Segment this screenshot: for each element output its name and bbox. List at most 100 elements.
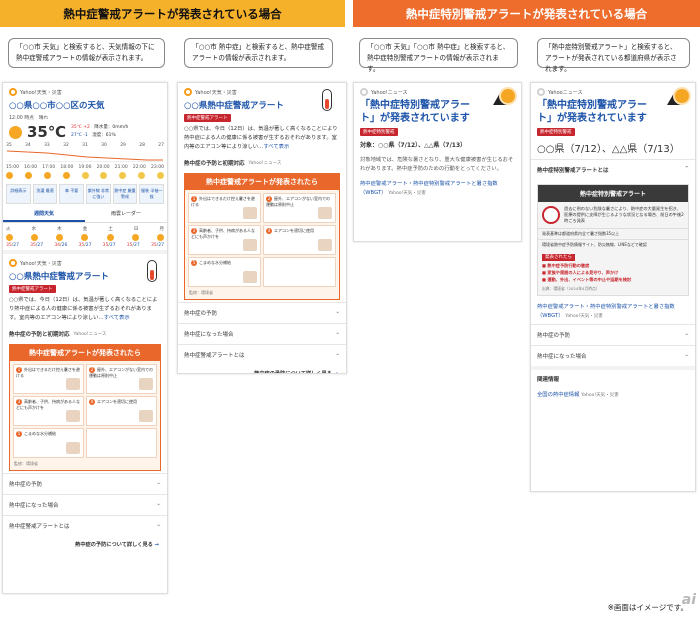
item-illustration — [318, 239, 332, 251]
weather-title[interactable]: ○○県○○市○○区の天気 — [3, 96, 167, 114]
hour-label: 15:00 — [6, 165, 19, 170]
issued-action: ■ 熱中症予防行動の徹底 — [542, 262, 684, 269]
item-text: こまめな水分補給 — [199, 260, 231, 265]
chevron-down-icon: ⌄ — [335, 330, 340, 336]
heatstroke-search-result-card: Yahoo!天気・災害 ○○県熱中症警戒アラート 熱中症警戒アラート ○○県では… — [177, 82, 347, 374]
yahoo-news-logo-icon — [360, 88, 368, 96]
hour-label: 16:00 — [24, 165, 38, 170]
tab-rain-radar[interactable]: 雨雲レーダー — [85, 207, 167, 222]
more-prevention-link[interactable]: 熱中症の予防について詳しく見る → — [178, 365, 346, 374]
accordion-if-heatstroke[interactable]: 熱中症になった場合 ⌄ — [531, 345, 695, 366]
related-link[interactable]: 全国の熱中症情報 Yahoo!天気・災害 — [531, 388, 695, 403]
footer-note: ※画面はイメージです。 — [607, 603, 688, 612]
issued-action: ■ 運動、外出、イベント等の中止や延期を検討 — [542, 276, 684, 283]
weekly-temp: 35/27 — [151, 243, 164, 248]
wbgt-link[interactable]: 熱中症警戒アラート・熱中症特別警戒アラートと暑さ指数（WBGT） Yahoo!天… — [531, 300, 695, 324]
moon-icon — [119, 172, 127, 179]
wbgt-link[interactable]: 熱中症警戒アラート・熱中症特別警戒アラートと暑さ指数（WBGT） Yahoo!天… — [354, 177, 521, 201]
weather-index-button[interactable]: 熱中症 厳重警戒 — [112, 184, 138, 204]
current-weather: 35℃ 35℃ +2 降水量：0mm/h 27℃ -1 湿度：61% — [3, 121, 167, 143]
sun-icon — [675, 89, 689, 103]
yahoo-news-logo-icon — [537, 88, 545, 96]
infographic-bullet-1: 発表基準は都道府県内全て暑さ指数35以上 — [538, 228, 688, 239]
item-illustration — [243, 239, 257, 251]
show-all-link[interactable]: すべて表示 — [104, 315, 130, 321]
issued-action-text: 運動、外出、イベント等の中止や延期を検討 — [547, 277, 632, 282]
accordion-if-heatstroke[interactable]: 熱中症になった場合 ⌄ — [178, 323, 346, 344]
chevron-down-icon: ⌄ — [156, 480, 161, 486]
sun-icon — [6, 172, 13, 179]
accordion-prevention[interactable]: 熱中症の予防 ⌄ — [178, 302, 346, 323]
hourly-icons — [3, 170, 167, 181]
special-alert-title[interactable]: 「熱中症特別警戒アラート」が発表されています — [354, 96, 479, 128]
hour-label: 22:00 — [132, 165, 146, 170]
infographic-item: 5 こまめな水分補給 — [13, 428, 84, 458]
accordion-alert-about[interactable]: 熱中症警戒アラートとは ⌄ — [3, 515, 167, 536]
show-all-link[interactable]: すべて表示 — [263, 144, 289, 150]
infographic-credit: 監修：環境省 — [14, 461, 38, 466]
sun-icon — [106, 234, 114, 241]
item-illustration — [139, 410, 153, 422]
infographic-item: 1 外出はできるだけ控え暑さを避ける — [13, 364, 84, 394]
item-text: 高齢者、子供、持病がある人などにも声かけを — [16, 399, 80, 410]
infographic-item: 4 エアコンを適切に使用 — [263, 225, 336, 255]
infographic-item: 2 屋外、エアコンがない室内での運動は原則中止 — [263, 193, 336, 223]
infographic-credit: 監修：環境省 — [189, 290, 213, 295]
item-text: 外出はできるだけ控え暑さを避ける — [191, 196, 255, 207]
weekly-low: 27 — [13, 243, 19, 248]
chevron-down-icon: ⌄ — [684, 331, 689, 337]
alert-body: ○○県では、今日（12日）は、気温が著しく高くなることにより熱中症による人の健康… — [184, 126, 338, 150]
accordion-prevention[interactable]: 熱中症の予防 ⌄ — [531, 324, 695, 345]
accordion-prevention[interactable]: 熱中症の予防 ⌄ — [3, 473, 167, 494]
special-alert-prefectures: ○○県（7/12）、△△県（7/13） — [537, 144, 680, 155]
hourly-times: 15:00 16:00 17:00 18:00 19:00 20:00 21:00 22:00… — [3, 162, 167, 170]
weather-index-button[interactable]: 傘 不要 — [59, 184, 85, 204]
weather-search-result-card: Yahoo!天気・災害 ○○県○○市○○区の天気 12:00 時点 晴れ 35℃… — [2, 82, 168, 594]
chevron-down-icon: ⌄ — [335, 309, 340, 315]
moon-icon — [100, 172, 108, 179]
chevron-down-icon: ⌄ — [156, 501, 161, 507]
issued-label: 発表されたら — [542, 254, 575, 261]
weekly-low: 27 — [85, 243, 92, 248]
weekly-temp: 35/27 — [78, 243, 91, 248]
weekly-low: 27 — [158, 243, 164, 248]
weekday-label: 月 — [159, 227, 164, 232]
chevron-down-icon: ⌄ — [156, 522, 161, 528]
sun-icon — [31, 234, 39, 241]
infographic-item: 4 エアコンを適切に使用 — [86, 396, 157, 426]
arrow-right-icon: → — [333, 371, 338, 374]
weekday-label: 土 — [108, 227, 113, 232]
right-section-header: 熱中症特別警戒アラートが発表されている場合 — [353, 0, 700, 27]
left-section-header: 熱中症警戒アラートが発表されている場合 — [0, 0, 345, 27]
item-text: 外出はできるだけ控え暑さを避ける — [16, 367, 80, 378]
tab-weekly[interactable]: 週間天気 — [3, 207, 85, 222]
hour-label: 19:00 — [78, 165, 92, 170]
arrow-right-icon: → — [154, 542, 159, 548]
weather-index-button[interactable]: 紫外線 非常に強い — [86, 184, 111, 204]
special-alert-search-card: Yahooニュース 「熱中症特別警戒アラート」が発表されています 熱中症特別警戒… — [530, 82, 696, 492]
weekly-days: 火水木金土日月 — [3, 223, 167, 232]
weather-index-button[interactable]: 詳細表示 — [6, 184, 31, 204]
accordion-special-alert-about[interactable]: 熱中症特別警戒アラートとは ⌃ — [531, 159, 695, 180]
more-prevention-link[interactable]: 熱中症の予防について詳しく見る → — [3, 536, 167, 553]
alert-title[interactable]: ○○県熱中症警戒アラート — [3, 267, 167, 285]
weekly-low: 27 — [37, 243, 44, 248]
accordion-alert-about[interactable]: 熱中症警戒アラートとは ⌄ — [178, 344, 346, 365]
temp-graph — [6, 148, 163, 162]
sun-icon — [501, 89, 515, 103]
issued-action-text: 熱中症予防行動の徹底 — [547, 263, 590, 268]
weather-index-button[interactable]: 服装 半袖一枚 — [139, 184, 165, 204]
special-alert-title[interactable]: 「熱中症特別警戒アラート」が発表されています — [531, 96, 656, 128]
moon-icon — [81, 172, 89, 179]
yahoo-weather-logo-icon — [184, 88, 192, 96]
accordion-if-heatstroke[interactable]: 熱中症になった場合 ⌄ — [3, 494, 167, 515]
weather-index-buttons: 詳細表示 洗濯 最適傘 不要 紫外線 非常に強い 熱中症 厳重警戒 服装 半袖一枚 — [3, 181, 167, 207]
weekly-temp: 35/27 — [103, 243, 116, 248]
sun-icon — [6, 234, 13, 241]
infographic-item: 1 外出はできるだけ控え暑さを避ける — [188, 193, 261, 223]
alert-title[interactable]: ○○県熱中症警戒アラート — [178, 96, 346, 114]
special-alert-target: 対象：○○県（7/12）、△△県（7/13） — [360, 142, 467, 149]
weather-index-button[interactable]: 洗濯 最適 — [32, 184, 58, 204]
item-text: 屋外、エアコンがない室内での運動は原則中止 — [89, 367, 153, 378]
weekly-temp: 34/26 — [54, 243, 67, 248]
